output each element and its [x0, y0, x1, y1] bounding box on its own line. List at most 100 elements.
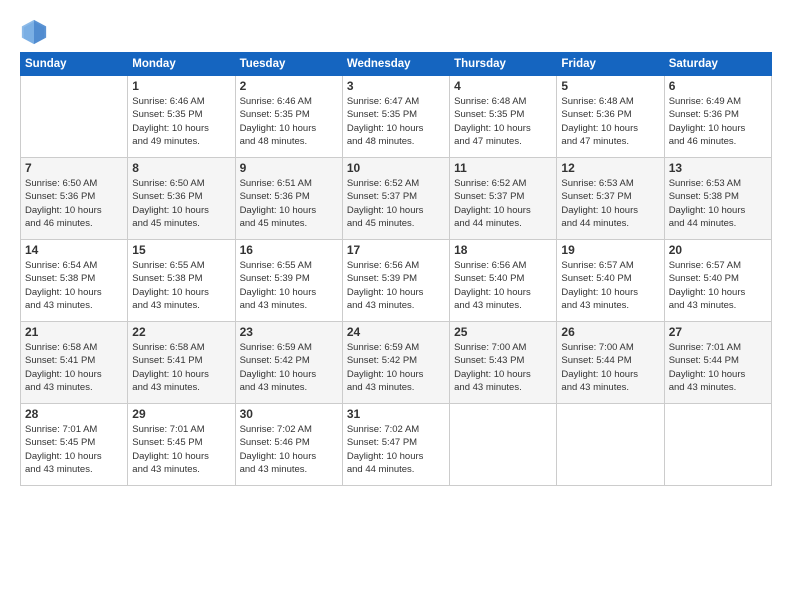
calendar-cell: 10Sunrise: 6:52 AMSunset: 5:37 PMDayligh…: [342, 158, 449, 240]
day-info: Sunrise: 6:55 AMSunset: 5:38 PMDaylight:…: [132, 259, 230, 312]
calendar-cell: 1 Sunrise: 6:46 AMSunset: 5:35 PMDaylight…: [128, 76, 235, 158]
calendar-cell: 18 Sunrise: 6:56 AMSunset: 5:40 PMDayligh…: [450, 240, 557, 322]
day-number: 12: [561, 161, 659, 175]
day-number: 7: [25, 161, 123, 175]
calendar-cell: 4 Sunrise: 6:48 AMSunset: 5:35 PMDaylight…: [450, 76, 557, 158]
calendar-cell: 20 Sunrise: 6:57 AMSunset: 5:40 PMDayligh…: [664, 240, 771, 322]
day-info: Sunrise: 7:01 AMSunset: 5:45 PMDaylight:…: [132, 423, 230, 476]
day-number: 18: [454, 243, 552, 257]
day-number: 23: [240, 325, 338, 339]
day-number: 1: [132, 79, 230, 93]
weekday-header-monday: Monday: [128, 53, 235, 76]
day-number: 22: [132, 325, 230, 339]
day-info: Sunrise: 7:00 AMSunset: 5:43 PMDaylight:…: [454, 341, 552, 394]
day-number: 14: [25, 243, 123, 257]
weekday-header-saturday: Saturday: [664, 53, 771, 76]
weekday-header-sunday: Sunday: [21, 53, 128, 76]
weekday-header-wednesday: Wednesday: [342, 53, 449, 76]
calendar-cell: [664, 404, 771, 486]
day-info: Sunrise: 6:50 AMSunset: 5:36 PMDaylight:…: [132, 177, 230, 230]
day-info: Sunrise: 6:46 AMSunset: 5:35 PMDaylight:…: [132, 95, 230, 148]
day-info: Sunrise: 6:50 AMSunset: 5:36 PMDaylight:…: [25, 177, 123, 230]
day-info: Sunrise: 6:52 AMSunset: 5:37 PMDaylight:…: [454, 177, 552, 230]
calendar-cell: [557, 404, 664, 486]
week-row-2: 7 Sunrise: 6:50 AMSunset: 5:36 PMDaylight…: [21, 158, 772, 240]
weekday-header-tuesday: Tuesday: [235, 53, 342, 76]
day-info: Sunrise: 6:59 AMSunset: 5:42 PMDaylight:…: [240, 341, 338, 394]
logo-icon: [20, 18, 48, 46]
day-info: Sunrise: 6:48 AMSunset: 5:35 PMDaylight:…: [454, 95, 552, 148]
week-row-5: 28 Sunrise: 7:01 AMSunset: 5:45 PMDayligh…: [21, 404, 772, 486]
day-info: Sunrise: 6:57 AMSunset: 5:40 PMDaylight:…: [561, 259, 659, 312]
day-number: 11: [454, 161, 552, 175]
calendar-cell: 12Sunrise: 6:53 AMSunset: 5:37 PMDayligh…: [557, 158, 664, 240]
day-info: Sunrise: 7:01 AMSunset: 5:44 PMDaylight:…: [669, 341, 767, 394]
calendar-cell: 14 Sunrise: 6:54 AMSunset: 5:38 PMDayligh…: [21, 240, 128, 322]
week-row-3: 14 Sunrise: 6:54 AMSunset: 5:38 PMDayligh…: [21, 240, 772, 322]
day-number: 2: [240, 79, 338, 93]
weekday-header-friday: Friday: [557, 53, 664, 76]
day-number: 29: [132, 407, 230, 421]
day-info: Sunrise: 6:48 AMSunset: 5:36 PMDaylight:…: [561, 95, 659, 148]
day-number: 17: [347, 243, 445, 257]
day-info: Sunrise: 6:46 AMSunset: 5:35 PMDaylight:…: [240, 95, 338, 148]
day-info: Sunrise: 6:54 AMSunset: 5:38 PMDaylight:…: [25, 259, 123, 312]
calendar-table: SundayMondayTuesdayWednesdayThursdayFrid…: [20, 52, 772, 486]
logo: [20, 18, 52, 46]
calendar-cell: 6 Sunrise: 6:49 AMSunset: 5:36 PMDaylight…: [664, 76, 771, 158]
day-info: Sunrise: 6:56 AMSunset: 5:40 PMDaylight:…: [454, 259, 552, 312]
calendar-cell: 30Sunrise: 7:02 AMSunset: 5:46 PMDayligh…: [235, 404, 342, 486]
calendar-cell: 11 Sunrise: 6:52 AMSunset: 5:37 PMDayligh…: [450, 158, 557, 240]
calendar-cell: 24Sunrise: 6:59 AMSunset: 5:42 PMDayligh…: [342, 322, 449, 404]
day-info: Sunrise: 6:58 AMSunset: 5:41 PMDaylight:…: [132, 341, 230, 394]
day-number: 19: [561, 243, 659, 257]
weekday-header-thursday: Thursday: [450, 53, 557, 76]
calendar-cell: 29 Sunrise: 7:01 AMSunset: 5:45 PMDayligh…: [128, 404, 235, 486]
day-number: 8: [132, 161, 230, 175]
calendar-cell: 31Sunrise: 7:02 AMSunset: 5:47 PMDayligh…: [342, 404, 449, 486]
day-number: 25: [454, 325, 552, 339]
day-info: Sunrise: 6:51 AMSunset: 5:36 PMDaylight:…: [240, 177, 338, 230]
day-info: Sunrise: 7:01 AMSunset: 5:45 PMDaylight:…: [25, 423, 123, 476]
day-number: 20: [669, 243, 767, 257]
weekday-header-row: SundayMondayTuesdayWednesdayThursdayFrid…: [21, 53, 772, 76]
day-number: 26: [561, 325, 659, 339]
day-number: 10: [347, 161, 445, 175]
calendar-cell: 16Sunrise: 6:55 AMSunset: 5:39 PMDayligh…: [235, 240, 342, 322]
calendar-cell: 7 Sunrise: 6:50 AMSunset: 5:36 PMDaylight…: [21, 158, 128, 240]
calendar-cell: [21, 76, 128, 158]
calendar-cell: 22 Sunrise: 6:58 AMSunset: 5:41 PMDayligh…: [128, 322, 235, 404]
calendar-cell: 21 Sunrise: 6:58 AMSunset: 5:41 PMDayligh…: [21, 322, 128, 404]
calendar-cell: 25 Sunrise: 7:00 AMSunset: 5:43 PMDayligh…: [450, 322, 557, 404]
day-info: Sunrise: 6:58 AMSunset: 5:41 PMDaylight:…: [25, 341, 123, 394]
week-row-4: 21 Sunrise: 6:58 AMSunset: 5:41 PMDayligh…: [21, 322, 772, 404]
calendar-cell: [450, 404, 557, 486]
calendar-cell: 19 Sunrise: 6:57 AMSunset: 5:40 PMDayligh…: [557, 240, 664, 322]
calendar-cell: 2 Sunrise: 6:46 AMSunset: 5:35 PMDaylight…: [235, 76, 342, 158]
calendar-cell: 17Sunrise: 6:56 AMSunset: 5:39 PMDayligh…: [342, 240, 449, 322]
calendar-cell: 15Sunrise: 6:55 AMSunset: 5:38 PMDayligh…: [128, 240, 235, 322]
day-number: 4: [454, 79, 552, 93]
day-number: 13: [669, 161, 767, 175]
calendar-cell: 26 Sunrise: 7:00 AMSunset: 5:44 PMDayligh…: [557, 322, 664, 404]
header: [20, 18, 772, 46]
day-info: Sunrise: 7:00 AMSunset: 5:44 PMDaylight:…: [561, 341, 659, 394]
calendar-page: SundayMondayTuesdayWednesdayThursdayFrid…: [0, 0, 792, 612]
day-number: 21: [25, 325, 123, 339]
calendar-cell: 8 Sunrise: 6:50 AMSunset: 5:36 PMDaylight…: [128, 158, 235, 240]
day-info: Sunrise: 6:55 AMSunset: 5:39 PMDaylight:…: [240, 259, 338, 312]
day-number: 31: [347, 407, 445, 421]
day-info: Sunrise: 6:47 AMSunset: 5:35 PMDaylight:…: [347, 95, 445, 148]
day-number: 28: [25, 407, 123, 421]
day-number: 6: [669, 79, 767, 93]
day-number: 3: [347, 79, 445, 93]
day-info: Sunrise: 6:57 AMSunset: 5:40 PMDaylight:…: [669, 259, 767, 312]
week-row-1: 1 Sunrise: 6:46 AMSunset: 5:35 PMDaylight…: [21, 76, 772, 158]
calendar-cell: 9Sunrise: 6:51 AMSunset: 5:36 PMDaylight…: [235, 158, 342, 240]
calendar-cell: 3 Sunrise: 6:47 AMSunset: 5:35 PMDaylight…: [342, 76, 449, 158]
calendar-cell: 28 Sunrise: 7:01 AMSunset: 5:45 PMDayligh…: [21, 404, 128, 486]
day-info: Sunrise: 6:49 AMSunset: 5:36 PMDaylight:…: [669, 95, 767, 148]
day-info: Sunrise: 6:53 AMSunset: 5:38 PMDaylight:…: [669, 177, 767, 230]
day-number: 24: [347, 325, 445, 339]
day-number: 27: [669, 325, 767, 339]
